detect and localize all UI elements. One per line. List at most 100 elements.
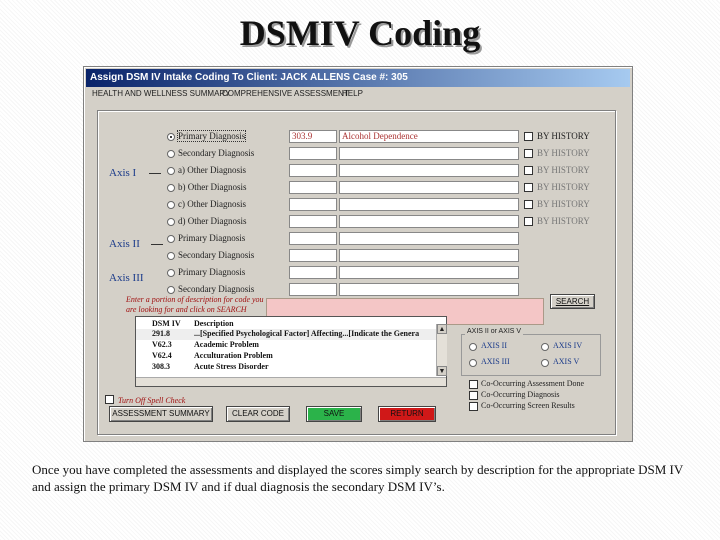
diagnosis-code-field[interactable] [289, 164, 337, 177]
diagnosis-code-field[interactable] [289, 215, 337, 228]
by-history-checkbox[interactable] [524, 200, 533, 209]
dsm-coding-window: Assign DSM IV Intake Coding To Client: J… [83, 66, 633, 442]
diagnosis-radio[interactable] [167, 218, 175, 226]
diagnosis-code-field[interactable]: 303.9 [289, 130, 337, 143]
diagnosis-code-field[interactable] [289, 232, 337, 245]
by-history-checkbox[interactable] [524, 217, 533, 226]
result-description: Acculturation Problem [194, 351, 273, 360]
assessment-summary-button[interactable]: ASSESSMENT SUMMARY [109, 406, 213, 422]
co-occurring-assessment-label: Co-Occurring Assessment Done [481, 379, 585, 388]
diagnosis-label: Primary Diagnosis [178, 233, 246, 243]
result-row[interactable]: V62.3 Academic Problem [136, 340, 445, 351]
result-description: ...[Specified Psychological Factor] Affe… [194, 329, 420, 338]
axis-v-radio[interactable] [541, 359, 549, 367]
diagnosis-label: Primary Diagnosis [178, 267, 246, 277]
diagnosis-radio[interactable] [167, 235, 175, 243]
diagnosis-label: d) Other Diagnosis [178, 216, 247, 226]
axis-options-legend: AXIS II or AXIS V [465, 328, 524, 335]
diagnosis-radio[interactable] [167, 150, 175, 158]
diagnosis-code-field[interactable] [289, 249, 337, 262]
diagnosis-description-field[interactable] [339, 283, 519, 296]
diagnosis-label: c) Other Diagnosis [178, 199, 246, 209]
diagnosis-label: Secondary Diagnosis [178, 250, 255, 260]
diagnosis-radio[interactable] [167, 252, 175, 260]
diagnosis-description-field[interactable] [339, 198, 519, 211]
return-button[interactable]: RETURN [378, 406, 436, 422]
by-history-checkbox[interactable] [524, 149, 533, 158]
axis-1-label: Axis I [109, 167, 137, 179]
diagnosis-description-field[interactable] [339, 266, 519, 279]
window-title: Assign DSM IV Intake Coding To Client: J… [86, 69, 630, 87]
diagnosis-code-field[interactable] [289, 147, 337, 160]
diagnosis-radio[interactable] [167, 133, 175, 141]
search-hint-line1: Enter a portion of description for code … [126, 295, 264, 304]
result-row[interactable]: 308.3 Acute Stress Disorder [136, 362, 445, 373]
result-code: 291.8 [152, 329, 170, 338]
axis-3-label: Axis III [109, 272, 144, 284]
diagnosis-description-field[interactable] [339, 147, 519, 160]
diagnosis-description-field[interactable] [339, 164, 519, 177]
menu-help[interactable]: HELP [342, 89, 363, 98]
axis-iii-radio[interactable] [469, 359, 477, 367]
by-history-label: BY HISTORY [537, 216, 590, 226]
results-list[interactable]: DSM IV Description 291.8 ...[Specified Ps… [135, 316, 447, 387]
diagnosis-label: a) Other Diagnosis [178, 165, 246, 175]
by-history-checkbox[interactable] [524, 166, 533, 175]
co-occurring-screen-checkbox[interactable] [469, 402, 478, 411]
spell-check-checkbox[interactable] [105, 395, 114, 404]
co-occurring-screen-label: Co-Occurring Screen Results [481, 401, 575, 410]
diagnosis-code-field[interactable] [289, 198, 337, 211]
results-horizontal-scrollbar[interactable] [136, 377, 446, 386]
result-code: V62.4 [152, 351, 172, 360]
axis-2-label: Axis II [109, 238, 140, 250]
save-button[interactable]: SAVE [306, 406, 362, 422]
spell-check-label: Turn Off Spell Check [118, 396, 186, 405]
axis-ii-radio[interactable] [469, 343, 477, 351]
by-history-label: BY HISTORY [537, 182, 590, 192]
axis-1-bracket [149, 173, 161, 174]
menu-health-wellness-summary[interactable]: HEALTH AND WELLNESS SUMMARY [92, 89, 230, 98]
by-history-checkbox[interactable] [524, 132, 533, 141]
diagnosis-description-field[interactable] [339, 181, 519, 194]
diagnosis-radio[interactable] [167, 286, 175, 294]
diagnosis-description-field[interactable] [339, 232, 519, 245]
search-hint-line2: are looking for and click on SEARCH [126, 305, 247, 314]
result-row[interactable]: V62.4 Acculturation Problem [136, 351, 445, 362]
diagnosis-description-field[interactable]: Alcohol Dependence [339, 130, 519, 143]
diagnosis-radio[interactable] [167, 167, 175, 175]
scroll-down-arrow-icon[interactable]: ▼ [437, 366, 447, 376]
slide-caption: Once you have completed the assessments … [32, 462, 684, 494]
by-history-label: BY HISTORY [537, 148, 590, 158]
co-occurring-assessment-checkbox[interactable] [469, 380, 478, 389]
by-history-label: BY HISTORY [537, 131, 590, 141]
result-description: Academic Problem [194, 340, 259, 349]
axis-2-bracket [151, 244, 163, 245]
diagnosis-radio[interactable] [167, 269, 175, 277]
diagnosis-description-field[interactable] [339, 249, 519, 262]
diagnosis-label: Secondary Diagnosis [178, 148, 255, 158]
result-description: Acute Stress Disorder [194, 362, 269, 371]
slide-title: DSMIV Coding [239, 13, 481, 53]
result-row[interactable]: 291.8 ...[Specified Psychological Factor]… [136, 329, 445, 340]
diagnosis-code-field[interactable] [289, 283, 337, 296]
clear-code-button[interactable]: CLEAR CODE [226, 406, 290, 422]
result-code: V62.3 [152, 340, 172, 349]
diagnosis-radio[interactable] [167, 184, 175, 192]
by-history-checkbox[interactable] [524, 183, 533, 192]
diagnosis-description-field[interactable] [339, 215, 519, 228]
diagnosis-code-field[interactable] [289, 181, 337, 194]
diagnosis-label: Secondary Diagnosis [178, 284, 255, 294]
by-history-label: BY HISTORY [537, 199, 590, 209]
co-occurring-diagnosis-checkbox[interactable] [469, 391, 478, 400]
search-button[interactable]: SEARCH [550, 294, 595, 309]
results-header-description: Description [194, 319, 234, 328]
results-vertical-scrollbar[interactable]: ▲ ▼ [436, 324, 447, 376]
diagnosis-code-field[interactable] [289, 266, 337, 279]
menu-comprehensive-assessment[interactable]: COMPREHENSIVE ASSESSMENT [222, 89, 349, 98]
result-code: 308.3 [152, 362, 170, 371]
axis-v-label: AXIS V [553, 357, 580, 366]
axis-iv-radio[interactable] [541, 343, 549, 351]
scroll-up-arrow-icon[interactable]: ▲ [437, 324, 447, 334]
diagnosis-radio[interactable] [167, 201, 175, 209]
by-history-label: BY HISTORY [537, 165, 590, 175]
